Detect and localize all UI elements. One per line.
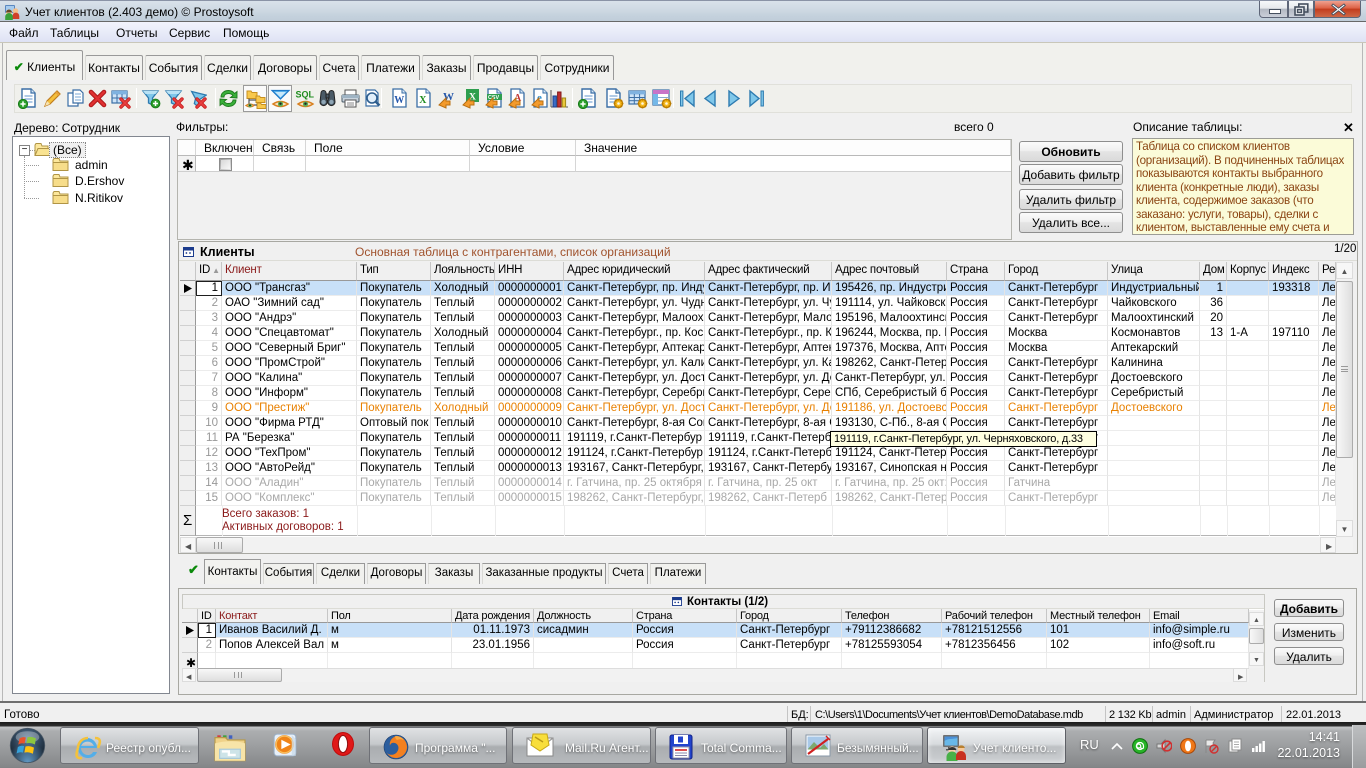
svg-text:W: W	[394, 95, 404, 106]
svg-text:CSV: CSV	[488, 95, 499, 101]
svg-text:X: X	[419, 95, 427, 106]
svg-text:SQL: SQL	[296, 90, 315, 100]
